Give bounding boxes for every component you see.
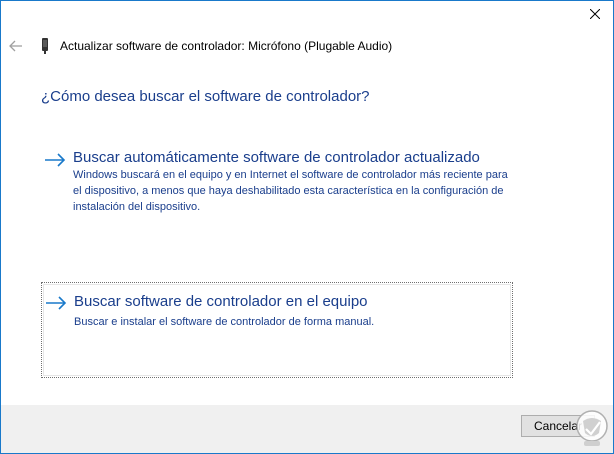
close-button[interactable] [583,2,607,26]
option-description: Buscar e instalar el software de control… [74,316,375,328]
site-logo-watermark [576,410,608,446]
driver-update-dialog: Actualizar software de controlador: Micr… [0,0,614,454]
option-title: Buscar automáticamente software de contr… [73,149,480,166]
search-automatically-option[interactable]: Buscar automáticamente software de contr… [41,145,513,223]
dialog-header: Actualizar software de controlador: Micr… [1,36,613,58]
dialog-footer: Cancelar [1,405,613,453]
page-heading: ¿Cómo desea buscar el software de contro… [41,88,370,105]
back-button[interactable] [7,36,25,56]
close-icon [590,9,600,19]
audio-device-icon [42,38,48,54]
right-arrow-icon [46,296,67,310]
back-arrow-icon [9,40,22,52]
option-title: Buscar software de controlador en el equ… [74,293,368,310]
browse-computer-option[interactable]: Buscar software de controlador en el equ… [41,282,513,378]
option-description: Windows buscará en el equipo y en Intern… [73,169,508,213]
dialog-title: Actualizar software de controlador: Micr… [60,39,393,53]
right-arrow-icon [45,153,66,167]
